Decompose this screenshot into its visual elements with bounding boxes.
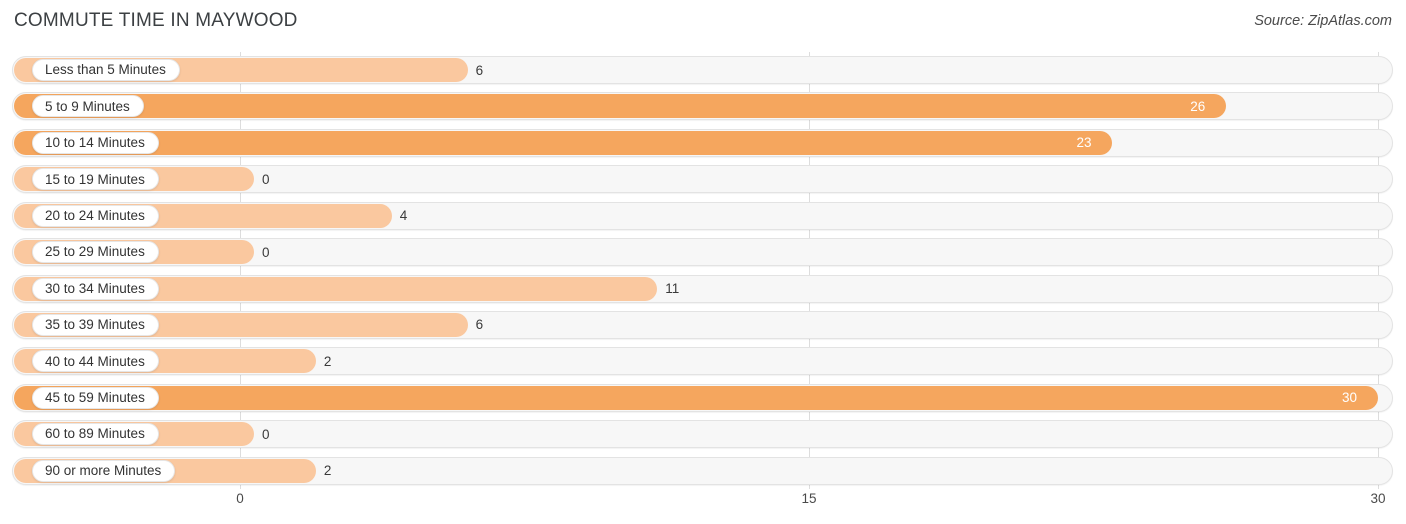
bar-row[interactable]: 40 to 44 Minutes 2 [12, 347, 1393, 376]
bar-value-label: 23 [1076, 135, 1092, 151]
category-label: 35 to 39 Minutes [45, 317, 145, 333]
category-label: Less than 5 Minutes [45, 62, 166, 78]
category-label-pill: 10 to 14 Minutes [32, 131, 159, 154]
bar-value-label: 6 [475, 62, 484, 78]
bar-row[interactable]: 90 or more Minutes 2 [12, 456, 1393, 485]
category-label: 20 to 24 Minutes [45, 207, 145, 223]
bar-row[interactable]: 35 to 39 Minutes 6 [12, 310, 1393, 339]
bar-value-label: 0 [262, 171, 270, 187]
category-label-pill: 45 to 59 Minutes [32, 386, 159, 409]
category-label-pill: 5 to 9 Minutes [32, 95, 144, 118]
axis-tick-0: 0 [236, 491, 244, 506]
category-label-pill: 15 to 19 Minutes [32, 168, 159, 191]
bar-row[interactable]: 10 to 14 Minutes 23 [12, 128, 1393, 157]
bar-row[interactable]: Less than 5 Minutes 6 [12, 56, 1393, 84]
category-label-pill: 35 to 39 Minutes [32, 313, 159, 336]
page-title: COMMUTE TIME IN MAYWOOD [14, 10, 298, 31]
bar-value-label: 0 [262, 244, 270, 260]
category-label-pill: 90 or more Minutes [32, 459, 176, 482]
bar-fill[interactable] [14, 385, 1378, 410]
category-label: 60 to 89 Minutes [45, 426, 145, 442]
category-label: 15 to 19 Minutes [45, 171, 145, 187]
source-attribution: Source: ZipAtlas.com [1254, 13, 1392, 29]
category-label: 90 or more Minutes [45, 462, 162, 478]
category-label: 5 to 9 Minutes [45, 98, 130, 114]
chart-container: COMMUTE TIME IN MAYWOOD Source: ZipAtlas… [0, 0, 1406, 524]
category-label-pill: 30 to 34 Minutes [32, 277, 159, 300]
x-axis: 0 15 30 [12, 489, 1393, 519]
category-label-pill: 25 to 29 Minutes [32, 241, 159, 264]
bar-value-label: 26 [1190, 98, 1206, 114]
category-label: 25 to 29 Minutes [45, 244, 145, 260]
category-label-pill: Less than 5 Minutes [32, 59, 180, 81]
category-label: 30 to 34 Minutes [45, 280, 145, 296]
bar-value-label: 11 [665, 281, 680, 297]
category-label-pill: 40 to 44 Minutes [32, 350, 159, 373]
bar-rows: Less than 5 Minutes 6 5 to 9 Minutes 26 10 t… [12, 52, 1393, 489]
bar-value-label: 2 [323, 463, 332, 479]
bar-fill[interactable] [14, 130, 1113, 155]
bar-value-label: 4 [399, 208, 408, 224]
bar-row[interactable]: 45 to 59 Minutes 30 [12, 383, 1393, 412]
category-label-pill: 60 to 89 Minutes [32, 423, 159, 446]
bar-row[interactable]: 30 to 34 Minutes 11 [12, 274, 1393, 303]
bar-value-label: 30 [1342, 390, 1358, 406]
bar-row[interactable]: 25 to 29 Minutes 0 [12, 238, 1393, 267]
category-label: 10 to 14 Minutes [45, 135, 145, 151]
plot-area: Less than 5 Minutes 6 5 to 9 Minutes 26 10 t… [12, 52, 1393, 489]
bar-fill[interactable] [14, 94, 1227, 119]
category-label: 40 to 44 Minutes [45, 353, 145, 369]
category-label: 45 to 59 Minutes [45, 390, 145, 406]
bar-row[interactable]: 15 to 19 Minutes 0 [12, 165, 1393, 194]
bar-value-label: 0 [262, 426, 270, 442]
bar-row[interactable]: 20 to 24 Minutes 4 [12, 201, 1393, 230]
axis-tick-30: 30 [1370, 491, 1386, 506]
category-label-pill: 20 to 24 Minutes [32, 204, 159, 227]
axis-tick-15: 15 [801, 491, 817, 506]
bar-value-label: 2 [323, 353, 332, 369]
bar-row[interactable]: 5 to 9 Minutes 26 [12, 92, 1393, 121]
bar-row[interactable]: 60 to 89 Minutes 0 [12, 420, 1393, 449]
bar-value-label: 6 [475, 317, 484, 333]
